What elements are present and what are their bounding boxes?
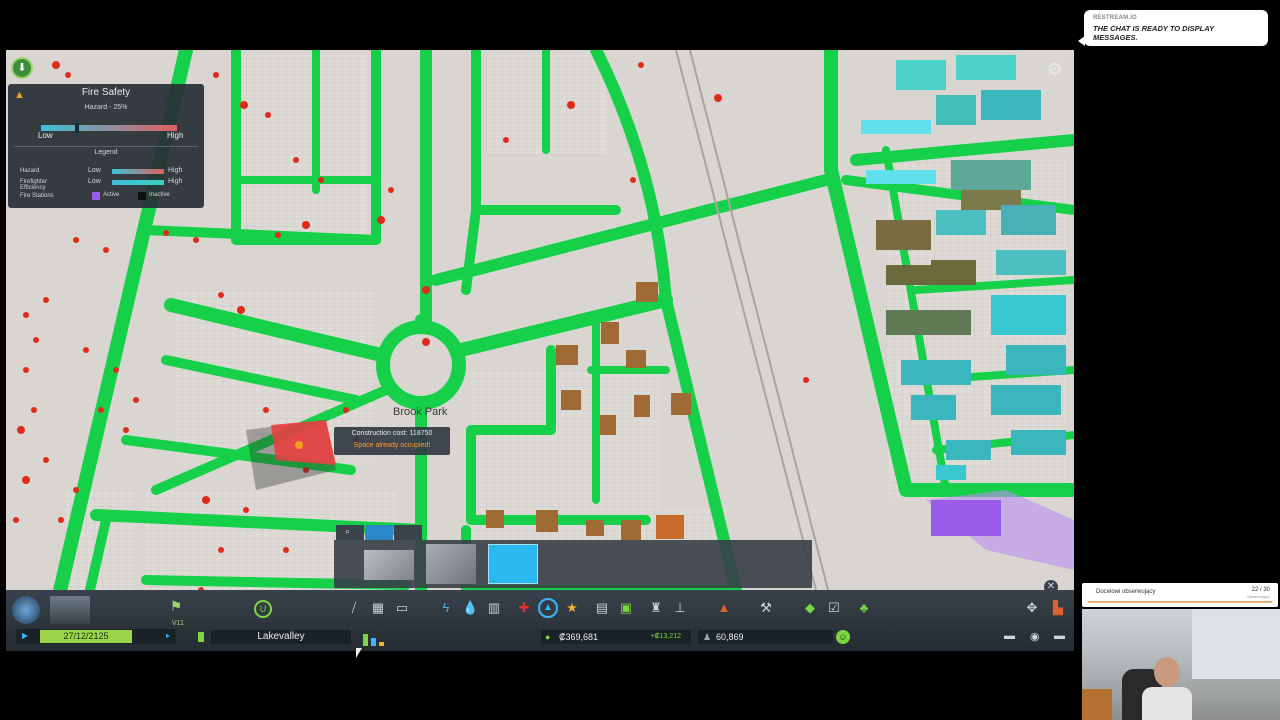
globe-icon[interactable]	[12, 596, 40, 624]
fire-panel-title: Fire Safety	[81, 87, 131, 98]
garbage-icon[interactable]: ▥	[486, 600, 502, 616]
landscaping-icon[interactable]: ⚒	[758, 600, 774, 616]
version-label: V11	[172, 620, 184, 627]
hazard-high-label: High	[167, 131, 184, 140]
legend-active-label: Active	[103, 192, 120, 198]
legend-hazard-low: Low	[88, 167, 101, 174]
goal-progress-bar	[1088, 601, 1272, 603]
legend-stations-label: Fire Stations	[20, 193, 54, 199]
fire-panel-header: ▲ Fire Safety	[8, 84, 204, 102]
district-label: Brook Park	[393, 406, 448, 418]
decoration-icon[interactable]: ♜	[648, 600, 664, 616]
zoning-icon[interactable]: ▦	[370, 600, 386, 616]
unique-buildings-icon[interactable]: U	[254, 600, 272, 618]
chirper-icon[interactable]: ▬	[1054, 630, 1065, 642]
bulldozer-icon[interactable]: ▙	[1050, 600, 1066, 616]
water-icon[interactable]: 💧	[462, 600, 478, 616]
webcam-person-body	[1142, 687, 1192, 720]
asset-tab-other[interactable]	[394, 525, 422, 540]
mouse-cursor-icon	[356, 648, 362, 658]
rci-demand-icon[interactable]	[361, 630, 391, 646]
legend-efficiency-label: Efficiency	[20, 185, 46, 191]
monuments-icon[interactable]: ⊥	[672, 600, 688, 616]
asset-search-tab[interactable]: ⌕	[336, 525, 364, 540]
healthcare-icon[interactable]: ✚	[516, 600, 532, 616]
legend-efficiency-high: High	[168, 178, 183, 185]
camera-icon[interactable]: ▬	[1004, 630, 1015, 642]
goal-title: Docelowi obserwujący	[1096, 589, 1156, 595]
game-date: 27/12/2125	[40, 630, 132, 643]
city-name[interactable]: Lakevalley	[211, 630, 351, 644]
hazard-gradient-bar	[41, 125, 177, 131]
legend-inactive-label: Inactive	[149, 192, 170, 198]
legend-hazard-label: Hazard	[20, 168, 40, 174]
money-icon: ●	[545, 632, 551, 642]
speed-icon[interactable]: ▸	[166, 631, 170, 640]
population-display: ♟ 60,869	[698, 630, 833, 644]
districts-icon[interactable]: ▭	[394, 600, 410, 616]
legend-inactive-swatch	[138, 192, 146, 200]
chat-brand: RESTREAM.IO	[1093, 15, 1137, 21]
happiness-icon[interactable]: ☺	[836, 630, 850, 644]
follower-goal: Docelowi obserwujący 22 / 30 Obserwujący	[1082, 583, 1278, 607]
police-icon[interactable]: ★	[564, 600, 580, 616]
asset-tab-fire[interactable]	[365, 525, 393, 540]
money-value: ₡369,681	[559, 632, 599, 642]
asset-fire-station[interactable]	[426, 544, 476, 584]
goal-value: 22 / 30	[1251, 587, 1270, 593]
fire-safety-panel: ▲ Fire Safety Hazard - 25% Low High Lege…	[8, 84, 204, 208]
construction-tooltip: Construction cost: 118750 Space already …	[334, 427, 450, 455]
fire-warning-icon: ▲	[14, 89, 25, 101]
chat-message: THE CHAT IS READY TO DISPLAY MESSAGES.	[1093, 24, 1214, 42]
webcam-shelf	[1082, 689, 1112, 720]
legend-active-swatch	[92, 192, 100, 200]
disaster-icon[interactable]: ▲	[716, 600, 732, 616]
legend-hazard-high: High	[168, 167, 183, 174]
settings-gear-icon[interactable]: ⚙	[1044, 58, 1066, 80]
webcam-feed	[1082, 609, 1280, 720]
legend-efficiency-low: Low	[88, 178, 101, 185]
population-icon: ♟	[703, 632, 712, 642]
webcam-window	[1192, 609, 1280, 679]
screen: ⬇ ⚙ ✕ ▲ Fire Safety Hazard - 25% Low Hig…	[0, 0, 1280, 720]
goal-sub: Obserwujący	[1246, 594, 1270, 599]
education-icon[interactable]: ▤	[594, 600, 610, 616]
hazard-marker	[75, 123, 79, 133]
areas-icon[interactable]: ♣	[856, 600, 872, 616]
hazard-percent: Hazard - 25%	[84, 104, 128, 111]
electricity-icon[interactable]: ϟ	[438, 600, 454, 616]
legend-hazard-bar	[112, 169, 164, 174]
roads-icon[interactable]: ⧸	[346, 600, 362, 616]
policies-icon[interactable]: ☑	[826, 600, 842, 616]
public-transport-icon[interactable]: ▣	[618, 600, 634, 616]
asset-panel	[334, 540, 812, 588]
population-value: 60,869	[716, 632, 744, 642]
happiness-bar	[198, 632, 204, 642]
legend-efficiency-bar	[112, 180, 164, 185]
asset-fire-house[interactable]	[364, 550, 414, 580]
asset-fire-hq-selected[interactable]	[488, 544, 538, 584]
income-value: +₡13,212	[650, 633, 681, 640]
screenshot-icon[interactable]: ◉	[1030, 630, 1040, 643]
hazard-low-label: Low	[38, 131, 53, 140]
move-icon[interactable]: ✥	[1024, 600, 1040, 616]
info-views-icon[interactable]: ⬇	[11, 57, 33, 79]
play-icon[interactable]: ▶	[22, 631, 28, 640]
fire-icon[interactable]: ▲	[538, 598, 558, 618]
money-display: ● ₡369,681 +₡13,212	[541, 630, 691, 644]
traffic-light-icon[interactable]: ⚑	[166, 598, 186, 622]
placement-warning: Space already occupied!	[353, 442, 431, 449]
construction-cost: Construction cost: 118750	[351, 430, 433, 437]
bottom-toolbar: ⚑ V11 U ⧸ ▦ ▭ ϟ 💧 ▥ ✚ ▲ ★ ▤ ▣ ♜ ⊥ ▲ ⚒ ◆ …	[6, 590, 1074, 651]
chat-overlay: RESTREAM.IO THE CHAT IS READY TO DISPLAY…	[1078, 10, 1268, 46]
legend-divider	[14, 146, 198, 147]
webcam-person-head	[1154, 657, 1180, 687]
legend-title: Legend	[94, 149, 118, 156]
wonders-icon[interactable]: ◆	[802, 600, 818, 616]
asset-tabs: ⌕	[336, 525, 426, 540]
city-skyline-icon[interactable]	[50, 596, 90, 624]
